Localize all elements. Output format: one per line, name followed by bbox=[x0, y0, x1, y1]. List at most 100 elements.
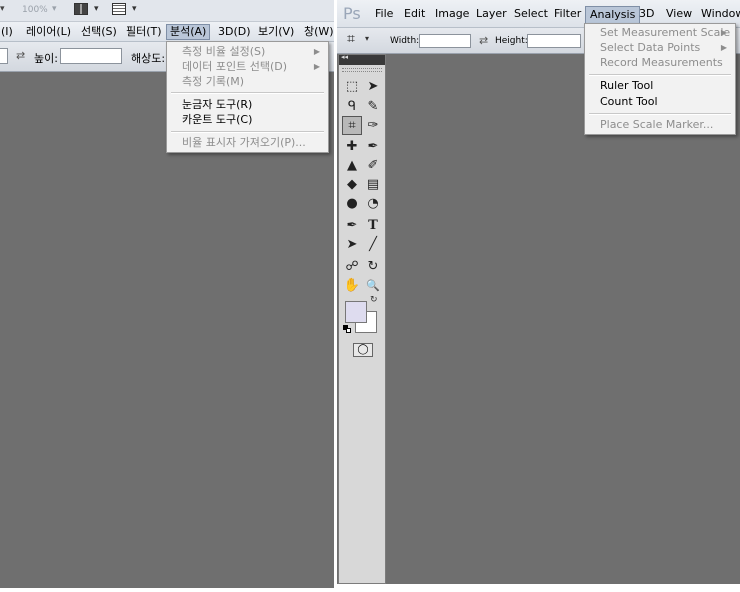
3d-orbit-icon[interactable]: ↻ bbox=[363, 257, 383, 276]
eyedropper-icon[interactable]: ✑ bbox=[363, 116, 383, 135]
swap-colors-icon[interactable]: ↻ bbox=[370, 295, 378, 305]
set-measurement-scale-label: Set Measurement Scale bbox=[600, 26, 731, 39]
foreground-color-swatch[interactable] bbox=[345, 301, 367, 323]
menu-separator bbox=[171, 92, 324, 94]
tools-panel-header[interactable]: ◂◂ bbox=[339, 53, 385, 65]
menu-layer[interactable]: 레이어(L) bbox=[26, 22, 71, 41]
height-label: 높이: bbox=[34, 52, 58, 65]
crop-tool-preset-icon[interactable]: ⌗ bbox=[347, 31, 355, 47]
submenu-arrow-icon: ▶ bbox=[720, 28, 727, 37]
dropdown-arrow-icon[interactable]: ▾ bbox=[0, 4, 5, 14]
select-data-points-item[interactable]: 데이터 포인트 선택(D) ▶ bbox=[167, 59, 328, 75]
ruler-tool-label: 눈금자 도구(R) bbox=[182, 98, 253, 111]
menu-view[interactable]: 보기(V) bbox=[258, 22, 294, 41]
marquee-icon[interactable]: ⬚ bbox=[342, 77, 362, 96]
width-label: Width: bbox=[390, 36, 420, 46]
menu-select[interactable]: 선택(S) bbox=[81, 22, 117, 41]
quick-mask-icon: ◯ bbox=[357, 344, 369, 355]
eraser-icon[interactable]: ◆ bbox=[342, 175, 362, 194]
preset-dropdown-icon[interactable]: ▾ bbox=[365, 34, 369, 43]
width-field[interactable] bbox=[0, 48, 8, 64]
menu-3d[interactable]: 3D(D) bbox=[218, 22, 251, 41]
count-tool-label: Count Tool bbox=[600, 95, 658, 108]
place-scale-marker-item[interactable]: Place Scale Marker... bbox=[585, 117, 735, 133]
menu-filter[interactable]: 필터(T) bbox=[126, 22, 162, 41]
submenu-arrow-icon: ▶ bbox=[720, 43, 727, 52]
menu-analysis[interactable]: 분석(A) bbox=[166, 24, 211, 40]
arrange-documents-icon[interactable] bbox=[74, 3, 88, 15]
menu-separator bbox=[589, 74, 731, 76]
tools-grip[interactable] bbox=[342, 68, 382, 72]
ps-logo: Ps bbox=[343, 4, 361, 23]
menu-file[interactable]: File bbox=[375, 2, 393, 29]
menu-separator bbox=[589, 113, 731, 115]
dodge-icon[interactable]: ◔ bbox=[363, 194, 383, 213]
width-field[interactable] bbox=[419, 34, 471, 48]
menu-image[interactable]: Image bbox=[435, 2, 469, 29]
ruler-tool-label: Ruler Tool bbox=[600, 79, 654, 92]
pen-icon[interactable]: ✒ bbox=[342, 216, 362, 235]
menu-select[interactable]: Select bbox=[514, 2, 548, 29]
select-data-points-item[interactable]: Select Data Points ▶ bbox=[585, 40, 735, 56]
count-tool-label: 카운트 도구(C) bbox=[182, 113, 253, 126]
set-measurement-scale-item[interactable]: 측정 비율 설정(S) ▶ bbox=[167, 44, 328, 60]
brush-icon[interactable]: ✒ bbox=[363, 137, 383, 156]
height-field[interactable] bbox=[527, 34, 581, 48]
line-icon[interactable]: ╱ bbox=[363, 235, 383, 254]
crop-icon[interactable]: ⌗ bbox=[342, 116, 362, 135]
place-scale-marker-item[interactable]: 비율 표시자 가져오기(P)... bbox=[167, 135, 328, 151]
app-toolbar: ▾ 100% ▾ ▾ ▾ bbox=[0, 0, 336, 22]
submenu-arrow-icon: ▶ bbox=[313, 62, 320, 71]
quick-select-icon[interactable]: ✎ bbox=[363, 97, 383, 116]
swap-dimensions-icon[interactable]: ⇄ bbox=[479, 34, 488, 47]
clone-stamp-icon[interactable]: ▲ bbox=[342, 156, 362, 175]
menu-analysis[interactable]: Analysis bbox=[585, 6, 641, 24]
korean-menu-bar: (I) 레이어(L) 선택(S) 필터(T) 분석(A) 3D(D) 보기(V)… bbox=[0, 22, 336, 42]
resolution-label: 해상도: bbox=[131, 52, 166, 65]
ruler-tool-item[interactable]: Ruler Tool bbox=[585, 78, 735, 94]
menu-layer[interactable]: Layer bbox=[476, 2, 507, 29]
blur-icon[interactable]: ● bbox=[342, 194, 362, 213]
menu-separator bbox=[171, 131, 324, 133]
screen-mode-dropdown-icon[interactable]: ▾ bbox=[132, 4, 137, 14]
type-icon[interactable]: T bbox=[363, 216, 383, 235]
swap-dimensions-icon[interactable]: ⇄ bbox=[16, 49, 25, 62]
tools-panel: ◂◂ ⬚ ➤ ᑫ ✎ ⌗ ✑ ✚ ✒ ▲ ✐ ◆ ▤ ● ◔ ✒ T ➤ ╱ ☍… bbox=[338, 53, 386, 584]
default-bg-square bbox=[346, 328, 351, 333]
arrange-dropdown-icon[interactable]: ▾ bbox=[94, 4, 99, 14]
place-scale-marker-label: Place Scale Marker... bbox=[600, 118, 714, 131]
3d-rotate-icon[interactable]: ☍ bbox=[342, 257, 362, 276]
count-tool-item[interactable]: 카운트 도구(C) bbox=[167, 112, 328, 128]
submenu-arrow-icon: ▶ bbox=[313, 47, 320, 56]
select-data-points-label: 데이터 포인트 선택(D) bbox=[182, 60, 288, 73]
screen-mode-icon[interactable] bbox=[112, 3, 126, 15]
menu-filter[interactable]: Filter bbox=[554, 2, 581, 29]
select-data-points-label: Select Data Points bbox=[600, 41, 701, 54]
lasso-icon[interactable]: ᑫ bbox=[342, 97, 362, 116]
quick-mask-button[interactable]: ◯ bbox=[353, 343, 373, 357]
menu-edit[interactable]: Edit bbox=[404, 2, 425, 29]
menu-window[interactable]: 창(W) bbox=[304, 22, 334, 41]
record-measurements-label: 측정 기록(M) bbox=[182, 75, 245, 88]
count-tool-item[interactable]: Count Tool bbox=[585, 94, 735, 110]
ruler-tool-item[interactable]: 눈금자 도구(R) bbox=[167, 97, 328, 113]
history-brush-icon[interactable]: ✐ bbox=[363, 156, 383, 175]
zoom-level[interactable]: 100% bbox=[22, 5, 48, 15]
default-colors-icon[interactable] bbox=[343, 325, 351, 333]
hand-icon[interactable]: ✋ bbox=[342, 276, 362, 295]
height-field[interactable] bbox=[60, 48, 122, 64]
place-scale-marker-label: 비율 표시자 가져오기(P)... bbox=[182, 136, 306, 149]
record-measurements-item[interactable]: Record Measurements bbox=[585, 55, 735, 71]
zoom-dropdown-icon[interactable]: ▾ bbox=[52, 4, 57, 14]
set-measurement-scale-item[interactable]: Set Measurement Scale ▶ bbox=[585, 25, 735, 41]
collapse-icon[interactable]: ◂◂ bbox=[341, 53, 348, 61]
zoom-icon[interactable]: 🔍 bbox=[363, 276, 383, 295]
path-select-icon[interactable]: ➤ bbox=[342, 235, 362, 254]
english-analysis-menu: Set Measurement Scale ▶ Select Data Poin… bbox=[584, 23, 736, 135]
healing-brush-icon[interactable]: ✚ bbox=[342, 137, 362, 156]
gradient-icon[interactable]: ▤ bbox=[363, 175, 383, 194]
menu-image[interactable]: (I) bbox=[1, 22, 13, 41]
korean-analysis-menu: 측정 비율 설정(S) ▶ 데이터 포인트 선택(D) ▶ 측정 기록(M) 눈… bbox=[166, 41, 329, 153]
move-icon[interactable]: ➤ bbox=[363, 77, 383, 96]
record-measurements-item[interactable]: 측정 기록(M) bbox=[167, 74, 328, 90]
